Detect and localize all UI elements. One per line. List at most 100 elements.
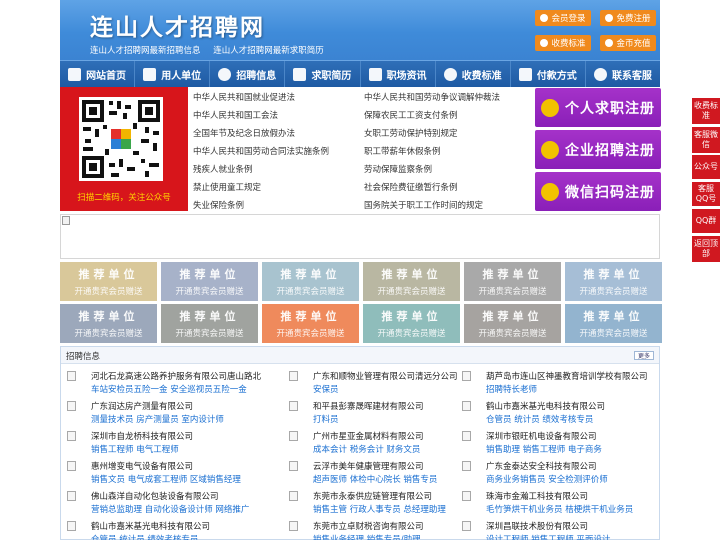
job-positions-link[interactable]: 销售业务经理 销售专员/助理	[313, 533, 421, 540]
company-logo-icon[interactable]	[462, 401, 471, 411]
float-service-qq[interactable]: 客服QQ号	[692, 182, 720, 206]
company-logo-icon[interactable]	[289, 371, 298, 381]
job-positions-link[interactable]: 成本会计 税务会计 财务文员	[313, 443, 420, 455]
recommended-company-slot[interactable]: 推荐单位 开通贵宾会员赠送	[565, 262, 662, 301]
job-seeker-register-button[interactable]: 个人求职注册	[535, 88, 661, 127]
float-back-to-top[interactable]: 返回顶部	[692, 236, 720, 262]
company-name-link[interactable]: 佛山森洋自动化包装设备有限公司	[91, 490, 219, 502]
recommended-company-slot[interactable]: 推荐单位 开通贵宾会员赠送	[161, 304, 258, 343]
job-positions-link[interactable]: 测量技术员 房产测量员 室内设计师	[91, 413, 224, 425]
job-positions-link[interactable]: 商务业务销售员 安全检测评价师	[486, 473, 608, 485]
company-name-link[interactable]: 广东金泰达安全科技有限公司	[486, 460, 597, 472]
company-logo-icon[interactable]	[462, 491, 471, 501]
law-link[interactable]: 保障农民工工资支付条例	[364, 109, 458, 121]
float-qq-group[interactable]: QQ群	[692, 209, 720, 233]
job-positions-link[interactable]: 仓管员 统计员 绩效考核专员	[91, 533, 198, 540]
law-link[interactable]: 国务院关于职工工作时间的规定	[364, 199, 483, 211]
company-logo-icon[interactable]	[67, 461, 76, 471]
law-link[interactable]: 女职工劳动保护特别规定	[364, 127, 458, 139]
float-fee-standard[interactable]: 收费标准	[692, 98, 720, 124]
job-positions-link[interactable]: 仓管员 统计员 绩效考核专员	[486, 413, 593, 425]
company-logo-icon[interactable]	[462, 521, 471, 531]
law-link[interactable]: 残疾人就业条例	[193, 163, 253, 175]
company-name-link[interactable]: 和平县彭寨晟晖建材有限公司	[313, 400, 424, 412]
fee-standard-button[interactable]: 收费标准	[535, 35, 591, 51]
recommended-company-slot[interactable]: 推荐单位 开通贵宾会员赠送	[363, 304, 460, 343]
job-positions-link[interactable]: 打料员	[313, 413, 339, 425]
law-link[interactable]: 中华人民共和国劳动争议调解仲裁法	[364, 91, 500, 103]
company-logo-icon[interactable]	[67, 401, 76, 411]
law-link[interactable]: 劳动保障监察条例	[364, 163, 432, 175]
float-official-account[interactable]: 公众号	[692, 155, 720, 179]
job-positions-link[interactable]: 销售主管 行政人事专员 总经理助理	[313, 503, 446, 515]
company-logo-icon[interactable]	[289, 491, 298, 501]
more-button[interactable]: 更多	[634, 351, 654, 360]
site-title[interactable]: 连山人才招聘网	[90, 8, 265, 42]
law-link[interactable]: 中华人民共和国劳动合同法实施条例	[193, 145, 329, 157]
recommended-company-slot[interactable]: 推荐单位 开通贵宾会员赠送	[60, 304, 157, 343]
recommended-company-slot[interactable]: 推荐单位 开通贵宾会员赠送	[161, 262, 258, 301]
law-link[interactable]: 失业保险条例	[193, 199, 244, 211]
recommended-company-slot[interactable]: 推荐单位 开通贵宾会员赠送	[464, 304, 561, 343]
company-name-link[interactable]: 葫芦岛市连山区神墨教育培训学校有限公司	[486, 370, 648, 382]
banner-ad[interactable]	[60, 214, 660, 259]
latest-jobs-link[interactable]: 连山人才招聘网最新招聘信息	[90, 46, 201, 56]
company-logo-icon[interactable]	[67, 521, 76, 531]
nav-fees[interactable]: 收费标准	[436, 61, 511, 87]
job-positions-link[interactable]: 营销总监助理 自动化设备设计师 网络推广	[91, 503, 249, 515]
job-positions-link[interactable]: 设计工程师 销售工程师 平面设计	[486, 533, 610, 540]
company-name-link[interactable]: 东莞市立卓财税咨询有限公司	[313, 520, 424, 532]
job-positions-link[interactable]: 毛竹笋烘干机业务员 桔梗烘干机业务员	[486, 503, 633, 515]
nav-payment[interactable]: 付款方式	[511, 61, 586, 87]
company-name-link[interactable]: 广州市星亚金属材料有限公司	[313, 430, 424, 442]
company-logo-icon[interactable]	[462, 461, 471, 471]
company-logo-icon[interactable]	[289, 521, 298, 531]
company-name-link[interactable]: 广东润达房产测量有限公司	[91, 400, 193, 412]
company-name-link[interactable]: 惠州增变电气设备有限公司	[91, 460, 193, 472]
company-logo-icon[interactable]	[67, 371, 76, 381]
recommended-company-slot[interactable]: 推荐单位 开通贵宾会员赠送	[565, 304, 662, 343]
recommended-company-slot[interactable]: 推荐单位 开通贵宾会员赠送	[363, 262, 460, 301]
wechat-register-button[interactable]: 微信扫码注册	[535, 172, 661, 211]
company-logo-icon[interactable]	[289, 401, 298, 411]
job-positions-link[interactable]: 超声医师 体检中心院长 销售专员	[313, 473, 437, 485]
job-positions-link[interactable]: 销售文员 电气成套工程师 区域销售经理	[91, 473, 241, 485]
law-link[interactable]: 中华人民共和国工会法	[193, 109, 278, 121]
nav-news[interactable]: 职场资讯	[361, 61, 436, 87]
coin-recharge-button[interactable]: 金币充值	[600, 35, 656, 51]
job-positions-link[interactable]: 车站安检员五险一金 安全巡视员五险一金	[91, 383, 247, 395]
company-logo-icon[interactable]	[289, 431, 298, 441]
recommended-company-slot[interactable]: 推荐单位 开通贵宾会员赠送	[464, 262, 561, 301]
company-name-link[interactable]: 云浮市美年健康管理有限公司	[313, 460, 424, 472]
free-register-button[interactable]: 免费注册	[600, 10, 656, 26]
law-link[interactable]: 中华人民共和国就业促进法	[193, 91, 295, 103]
law-link[interactable]: 全国年节及纪念日放假办法	[193, 127, 295, 139]
company-name-link[interactable]: 河北石龙高速公路养护服务有限公司唐山路北	[91, 370, 261, 382]
latest-resumes-link[interactable]: 连山人才招聘网最新求职简历	[213, 46, 324, 56]
company-name-link[interactable]: 珠海市金瀚工科技有限公司	[486, 490, 588, 502]
company-name-link[interactable]: 深圳市自龙桥科技有限公司	[91, 430, 193, 442]
job-positions-link[interactable]: 安保员	[313, 383, 339, 395]
recommended-company-slot[interactable]: 推荐单位 开通贵宾会员赠送	[60, 262, 157, 301]
job-positions-link[interactable]: 招聘特长老师	[486, 383, 537, 395]
company-name-link[interactable]: 广东和顺物业管理有限公司清远分公司	[313, 370, 458, 382]
recommended-company-slot[interactable]: 推荐单位 开通贵宾会员赠送	[262, 262, 359, 301]
nav-resumes[interactable]: 求职简历	[285, 61, 361, 87]
member-login-button[interactable]: 会员登录	[535, 10, 591, 26]
law-link[interactable]: 禁止使用童工规定	[193, 181, 261, 193]
company-logo-icon[interactable]	[67, 491, 76, 501]
company-logo-icon[interactable]	[462, 371, 471, 381]
law-link[interactable]: 职工带薪年休假条例	[364, 145, 441, 157]
nav-support[interactable]: 联系客服	[586, 61, 660, 87]
company-name-link[interactable]: 东莞市永泰供应链管理有限公司	[313, 490, 432, 502]
job-positions-link[interactable]: 销售助理 销售工程师 电子商务	[486, 443, 602, 455]
nav-home[interactable]: 网站首页	[60, 61, 136, 87]
company-logo-icon[interactable]	[462, 431, 471, 441]
company-name-link[interactable]: 鹤山市嘉米基光电科技有限公司	[486, 400, 605, 412]
company-name-link[interactable]: 鹤山市嘉米基光电科技有限公司	[91, 520, 210, 532]
company-name-link[interactable]: 深圳市银旺机电设备有限公司	[486, 430, 597, 442]
nav-employers[interactable]: 用人单位	[135, 61, 211, 87]
law-link[interactable]: 社会保险费征缴暂行条例	[364, 181, 458, 193]
company-logo-icon[interactable]	[67, 431, 76, 441]
company-register-button[interactable]: 企业招聘注册	[535, 130, 661, 169]
